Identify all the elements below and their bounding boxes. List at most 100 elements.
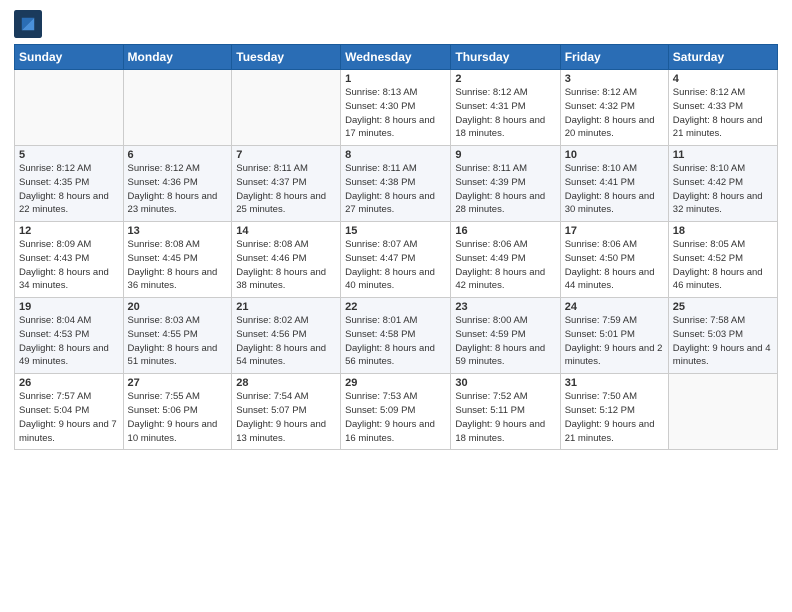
day-info: Sunrise: 8:02 AM Sunset: 4:56 PM Dayligh… xyxy=(236,314,336,369)
day-info: Sunrise: 8:12 AM Sunset: 4:36 PM Dayligh… xyxy=(128,162,228,217)
calendar-cell: 7Sunrise: 8:11 AM Sunset: 4:37 PM Daylig… xyxy=(232,146,341,222)
calendar-cell: 24Sunrise: 7:59 AM Sunset: 5:01 PM Dayli… xyxy=(560,298,668,374)
calendar-week-5: 26Sunrise: 7:57 AM Sunset: 5:04 PM Dayli… xyxy=(15,374,778,450)
day-number: 17 xyxy=(565,225,664,237)
calendar-cell: 12Sunrise: 8:09 AM Sunset: 4:43 PM Dayli… xyxy=(15,222,124,298)
calendar-cell: 31Sunrise: 7:50 AM Sunset: 5:12 PM Dayli… xyxy=(560,374,668,450)
calendar-cell: 23Sunrise: 8:00 AM Sunset: 4:59 PM Dayli… xyxy=(451,298,560,374)
calendar-cell: 8Sunrise: 8:11 AM Sunset: 4:38 PM Daylig… xyxy=(341,146,451,222)
calendar-cell: 20Sunrise: 8:03 AM Sunset: 4:55 PM Dayli… xyxy=(123,298,232,374)
day-number: 18 xyxy=(673,225,773,237)
calendar-cell: 5Sunrise: 8:12 AM Sunset: 4:35 PM Daylig… xyxy=(15,146,124,222)
calendar-cell: 13Sunrise: 8:08 AM Sunset: 4:45 PM Dayli… xyxy=(123,222,232,298)
calendar-cell xyxy=(123,70,232,146)
day-info: Sunrise: 8:04 AM Sunset: 4:53 PM Dayligh… xyxy=(19,314,119,369)
calendar-cell xyxy=(232,70,341,146)
day-number: 30 xyxy=(455,377,555,389)
calendar-cell: 11Sunrise: 8:10 AM Sunset: 4:42 PM Dayli… xyxy=(668,146,777,222)
day-info: Sunrise: 8:06 AM Sunset: 4:50 PM Dayligh… xyxy=(565,238,664,293)
calendar-cell: 21Sunrise: 8:02 AM Sunset: 4:56 PM Dayli… xyxy=(232,298,341,374)
day-info: Sunrise: 8:09 AM Sunset: 4:43 PM Dayligh… xyxy=(19,238,119,293)
day-info: Sunrise: 8:13 AM Sunset: 4:30 PM Dayligh… xyxy=(345,86,446,141)
day-number: 2 xyxy=(455,73,555,85)
weekday-header-row: SundayMondayTuesdayWednesdayThursdayFrid… xyxy=(15,45,778,70)
day-info: Sunrise: 8:11 AM Sunset: 4:38 PM Dayligh… xyxy=(345,162,446,217)
day-info: Sunrise: 8:05 AM Sunset: 4:52 PM Dayligh… xyxy=(673,238,773,293)
day-info: Sunrise: 8:10 AM Sunset: 4:41 PM Dayligh… xyxy=(565,162,664,217)
calendar-cell: 4Sunrise: 8:12 AM Sunset: 4:33 PM Daylig… xyxy=(668,70,777,146)
calendar-cell: 27Sunrise: 7:55 AM Sunset: 5:06 PM Dayli… xyxy=(123,374,232,450)
calendar-page: SundayMondayTuesdayWednesdayThursdayFrid… xyxy=(0,0,792,612)
calendar-cell: 14Sunrise: 8:08 AM Sunset: 4:46 PM Dayli… xyxy=(232,222,341,298)
day-number: 5 xyxy=(19,149,119,161)
day-number: 19 xyxy=(19,301,119,313)
logo-icon xyxy=(14,10,42,38)
weekday-header-wednesday: Wednesday xyxy=(341,45,451,70)
day-number: 15 xyxy=(345,225,446,237)
weekday-header-tuesday: Tuesday xyxy=(232,45,341,70)
day-number: 25 xyxy=(673,301,773,313)
calendar-week-4: 19Sunrise: 8:04 AM Sunset: 4:53 PM Dayli… xyxy=(15,298,778,374)
day-number: 13 xyxy=(128,225,228,237)
day-number: 12 xyxy=(19,225,119,237)
day-number: 11 xyxy=(673,149,773,161)
logo xyxy=(14,10,46,38)
day-number: 14 xyxy=(236,225,336,237)
day-info: Sunrise: 8:03 AM Sunset: 4:55 PM Dayligh… xyxy=(128,314,228,369)
calendar-cell: 6Sunrise: 8:12 AM Sunset: 4:36 PM Daylig… xyxy=(123,146,232,222)
day-info: Sunrise: 8:06 AM Sunset: 4:49 PM Dayligh… xyxy=(455,238,555,293)
day-number: 20 xyxy=(128,301,228,313)
day-info: Sunrise: 8:08 AM Sunset: 4:45 PM Dayligh… xyxy=(128,238,228,293)
day-number: 23 xyxy=(455,301,555,313)
day-info: Sunrise: 7:57 AM Sunset: 5:04 PM Dayligh… xyxy=(19,390,119,445)
day-info: Sunrise: 8:11 AM Sunset: 4:37 PM Dayligh… xyxy=(236,162,336,217)
weekday-header-monday: Monday xyxy=(123,45,232,70)
calendar-cell: 3Sunrise: 8:12 AM Sunset: 4:32 PM Daylig… xyxy=(560,70,668,146)
calendar-cell: 17Sunrise: 8:06 AM Sunset: 4:50 PM Dayli… xyxy=(560,222,668,298)
day-number: 31 xyxy=(565,377,664,389)
calendar-cell xyxy=(668,374,777,450)
day-number: 26 xyxy=(19,377,119,389)
day-number: 8 xyxy=(345,149,446,161)
calendar-week-2: 5Sunrise: 8:12 AM Sunset: 4:35 PM Daylig… xyxy=(15,146,778,222)
calendar-cell: 16Sunrise: 8:06 AM Sunset: 4:49 PM Dayli… xyxy=(451,222,560,298)
day-number: 27 xyxy=(128,377,228,389)
calendar-header: SundayMondayTuesdayWednesdayThursdayFrid… xyxy=(15,45,778,70)
calendar-body: 1Sunrise: 8:13 AM Sunset: 4:30 PM Daylig… xyxy=(15,70,778,450)
day-number: 6 xyxy=(128,149,228,161)
calendar-cell: 29Sunrise: 7:53 AM Sunset: 5:09 PM Dayli… xyxy=(341,374,451,450)
day-number: 3 xyxy=(565,73,664,85)
calendar-cell: 26Sunrise: 7:57 AM Sunset: 5:04 PM Dayli… xyxy=(15,374,124,450)
calendar-cell: 9Sunrise: 8:11 AM Sunset: 4:39 PM Daylig… xyxy=(451,146,560,222)
day-info: Sunrise: 7:54 AM Sunset: 5:07 PM Dayligh… xyxy=(236,390,336,445)
day-info: Sunrise: 8:12 AM Sunset: 4:33 PM Dayligh… xyxy=(673,86,773,141)
calendar-cell: 25Sunrise: 7:58 AM Sunset: 5:03 PM Dayli… xyxy=(668,298,777,374)
day-info: Sunrise: 8:08 AM Sunset: 4:46 PM Dayligh… xyxy=(236,238,336,293)
day-info: Sunrise: 8:07 AM Sunset: 4:47 PM Dayligh… xyxy=(345,238,446,293)
calendar-cell: 15Sunrise: 8:07 AM Sunset: 4:47 PM Dayli… xyxy=(341,222,451,298)
day-info: Sunrise: 8:10 AM Sunset: 4:42 PM Dayligh… xyxy=(673,162,773,217)
day-info: Sunrise: 8:12 AM Sunset: 4:32 PM Dayligh… xyxy=(565,86,664,141)
calendar-table: SundayMondayTuesdayWednesdayThursdayFrid… xyxy=(14,44,778,450)
day-info: Sunrise: 8:00 AM Sunset: 4:59 PM Dayligh… xyxy=(455,314,555,369)
day-info: Sunrise: 8:12 AM Sunset: 4:35 PM Dayligh… xyxy=(19,162,119,217)
day-info: Sunrise: 7:53 AM Sunset: 5:09 PM Dayligh… xyxy=(345,390,446,445)
day-number: 22 xyxy=(345,301,446,313)
day-number: 29 xyxy=(345,377,446,389)
weekday-header-saturday: Saturday xyxy=(668,45,777,70)
calendar-cell: 10Sunrise: 8:10 AM Sunset: 4:41 PM Dayli… xyxy=(560,146,668,222)
day-number: 9 xyxy=(455,149,555,161)
day-info: Sunrise: 8:12 AM Sunset: 4:31 PM Dayligh… xyxy=(455,86,555,141)
weekday-header-thursday: Thursday xyxy=(451,45,560,70)
day-info: Sunrise: 8:01 AM Sunset: 4:58 PM Dayligh… xyxy=(345,314,446,369)
calendar-cell: 18Sunrise: 8:05 AM Sunset: 4:52 PM Dayli… xyxy=(668,222,777,298)
weekday-header-sunday: Sunday xyxy=(15,45,124,70)
day-number: 10 xyxy=(565,149,664,161)
day-info: Sunrise: 7:59 AM Sunset: 5:01 PM Dayligh… xyxy=(565,314,664,369)
day-info: Sunrise: 7:50 AM Sunset: 5:12 PM Dayligh… xyxy=(565,390,664,445)
calendar-week-1: 1Sunrise: 8:13 AM Sunset: 4:30 PM Daylig… xyxy=(15,70,778,146)
day-info: Sunrise: 7:58 AM Sunset: 5:03 PM Dayligh… xyxy=(673,314,773,369)
day-number: 1 xyxy=(345,73,446,85)
calendar-cell: 1Sunrise: 8:13 AM Sunset: 4:30 PM Daylig… xyxy=(341,70,451,146)
day-number: 4 xyxy=(673,73,773,85)
